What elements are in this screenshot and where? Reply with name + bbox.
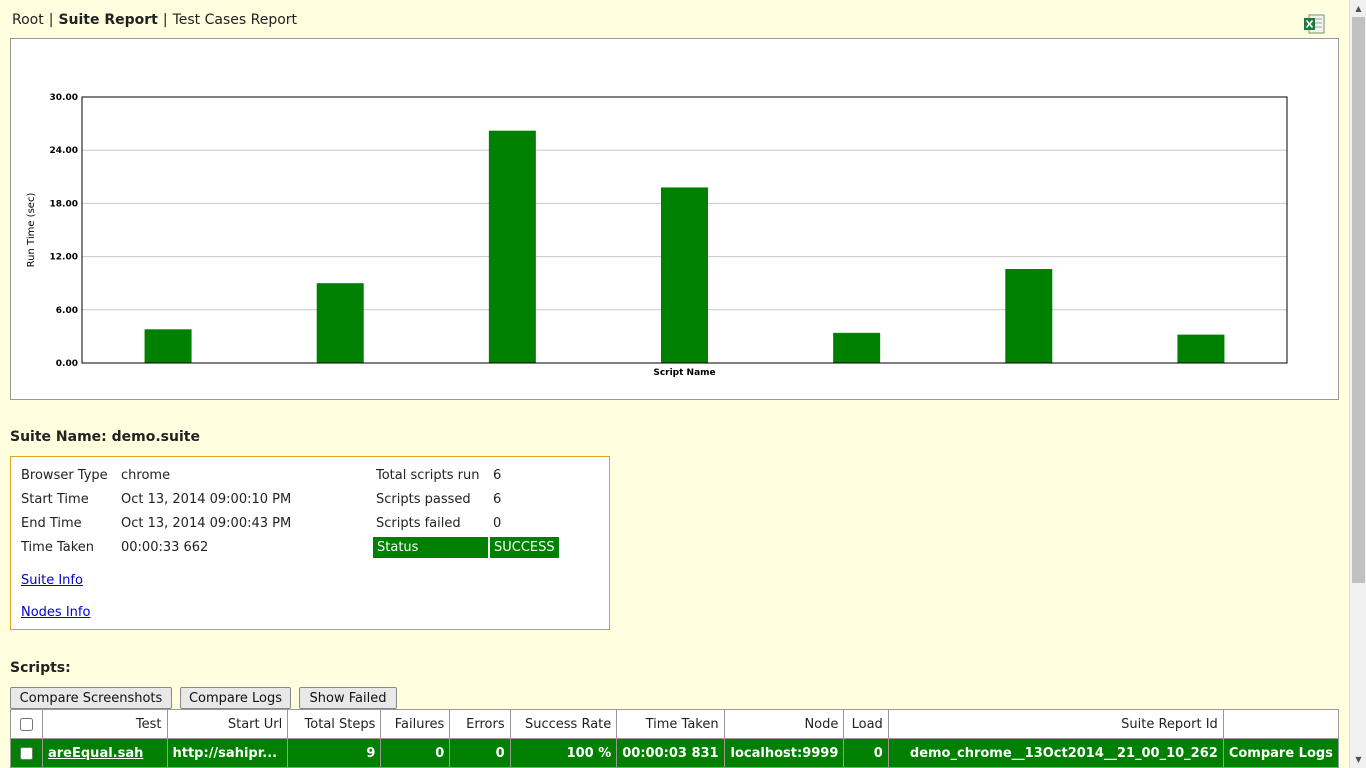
time-taken-label: Time Taken — [21, 540, 95, 555]
breadcrumb-separator: | — [48, 12, 54, 28]
browser-type-value: chrome — [121, 468, 171, 483]
column-header-node[interactable]: Node — [723, 709, 845, 739]
scripts-passed-value: 6 — [493, 492, 502, 507]
suite-name: Suite Name: demo.suite — [10, 429, 200, 445]
status-label: Status — [373, 537, 488, 558]
bar — [488, 130, 536, 363]
scroll-up-icon[interactable]: ▲ — [1350, 0, 1366, 17]
bar — [1177, 334, 1225, 363]
scripts-table: Test Start Url Total Steps Failures Erro… — [10, 709, 1340, 768]
start-time-value: Oct 13, 2014 09:00:10 PM — [121, 492, 292, 507]
select-all-checkbox[interactable] — [20, 717, 33, 731]
y-tick-label: 30.00 — [50, 93, 78, 103]
compare-logs-button[interactable]: Compare Logs — [180, 687, 291, 709]
suite-info-panel: Browser Type chrome Total scripts run 6 … — [10, 456, 610, 630]
suite-report-id-cell: demo_chrome__13Oct2014__21_00_10_262 — [887, 738, 1224, 768]
end-time-label: End Time — [21, 516, 82, 531]
y-tick-label: 24.00 — [50, 146, 78, 156]
row-checkbox[interactable] — [20, 746, 33, 760]
y-tick-label: 12.00 — [50, 253, 78, 263]
breadcrumb-separator: | — [162, 12, 168, 28]
column-header-total-steps[interactable]: Total Steps — [287, 709, 382, 739]
total-steps-cell: 9 — [287, 738, 382, 768]
column-header-start-url[interactable]: Start Url — [166, 709, 289, 739]
column-header-actions — [1222, 709, 1340, 739]
breadcrumb: Root | Suite Report | Test Cases Report — [12, 12, 297, 28]
y-tick-label: 0.00 — [56, 359, 78, 369]
time-taken-value: 00:00:33 662 — [121, 540, 209, 555]
suite-info-link[interactable]: Suite Info — [21, 573, 83, 588]
scripts-failed-label: Scripts failed — [376, 516, 461, 531]
total-scripts-value: 6 — [493, 468, 502, 483]
load-cell: 0 — [843, 738, 889, 768]
column-header-failures[interactable]: Failures — [380, 709, 451, 739]
scripts-failed-value: 0 — [493, 516, 502, 531]
bar — [1005, 269, 1053, 363]
table-header-row: Test Start Url Total Steps Failures Erro… — [10, 709, 1340, 739]
scripts-passed-label: Scripts passed — [376, 492, 471, 507]
chart-svg: 0.00 6.00 12.00 18.00 24.00 30.00 Script Name R… — [26, 93, 1288, 378]
y-axis-label: Run Time (sec) — [26, 193, 37, 268]
compare-screenshots-button[interactable]: Compare Screenshots — [10, 687, 172, 709]
breadcrumb-root[interactable]: Root — [12, 12, 44, 28]
row-select-cell — [10, 738, 43, 768]
page-scrollbar[interactable]: ▲ ▼ — [1349, 0, 1366, 768]
column-header-errors[interactable]: Errors — [449, 709, 511, 739]
start-time-label: Start Time — [21, 492, 89, 507]
failures-cell: 0 — [380, 738, 451, 768]
bar — [661, 187, 708, 363]
show-failed-button[interactable]: Show Failed — [299, 687, 397, 709]
end-time-value: Oct 13, 2014 09:00:43 PM — [121, 516, 292, 531]
column-header-suite-report-id[interactable]: Suite Report Id — [887, 709, 1224, 739]
bar — [144, 329, 192, 363]
total-scripts-label: Total scripts run — [376, 468, 480, 483]
scripts-heading: Scripts: — [10, 660, 71, 676]
column-header-test[interactable]: Test — [42, 709, 168, 739]
x-axis-label: Script Name — [653, 368, 715, 378]
time-taken-cell: 00:00:03 831 — [616, 738, 725, 768]
success-rate-cell: 100 % — [509, 738, 618, 768]
bar — [833, 332, 881, 363]
bar — [316, 283, 364, 363]
browser-type-label: Browser Type — [21, 468, 108, 483]
scroll-down-icon[interactable]: ▼ — [1350, 751, 1366, 768]
errors-cell: 0 — [449, 738, 511, 768]
column-header-success-rate[interactable]: Success Rate — [509, 709, 618, 739]
excel-icon[interactable] — [1303, 14, 1325, 34]
start-url-cell: http://sahipr... — [166, 738, 289, 768]
select-all-cell — [10, 709, 43, 739]
node-cell: localhost:9999 — [723, 738, 845, 768]
compare-logs-action[interactable]: Compare Logs — [1222, 738, 1340, 768]
y-tick-label: 18.00 — [50, 199, 78, 209]
column-header-load[interactable]: Load — [843, 709, 889, 739]
breadcrumb-test-cases-report[interactable]: Test Cases Report — [173, 12, 297, 28]
test-link[interactable]: areEqual.sah — [48, 746, 143, 761]
scroll-thumb[interactable] — [1352, 17, 1365, 583]
status-badge: SUCCESS — [490, 537, 559, 558]
y-tick-label: 6.00 — [56, 306, 78, 316]
run-time-chart: 0.00 6.00 12.00 18.00 24.00 30.00 Script Name R… — [10, 38, 1339, 400]
nodes-info-link[interactable]: Nodes Info — [21, 605, 90, 620]
column-header-time-taken[interactable]: Time Taken — [616, 709, 725, 739]
table-row: areEqual.sah http://sahipr... 9 0 0 100 … — [10, 738, 1340, 768]
breadcrumb-suite-report[interactable]: Suite Report — [58, 12, 157, 28]
test-cell: areEqual.sah — [42, 738, 168, 768]
